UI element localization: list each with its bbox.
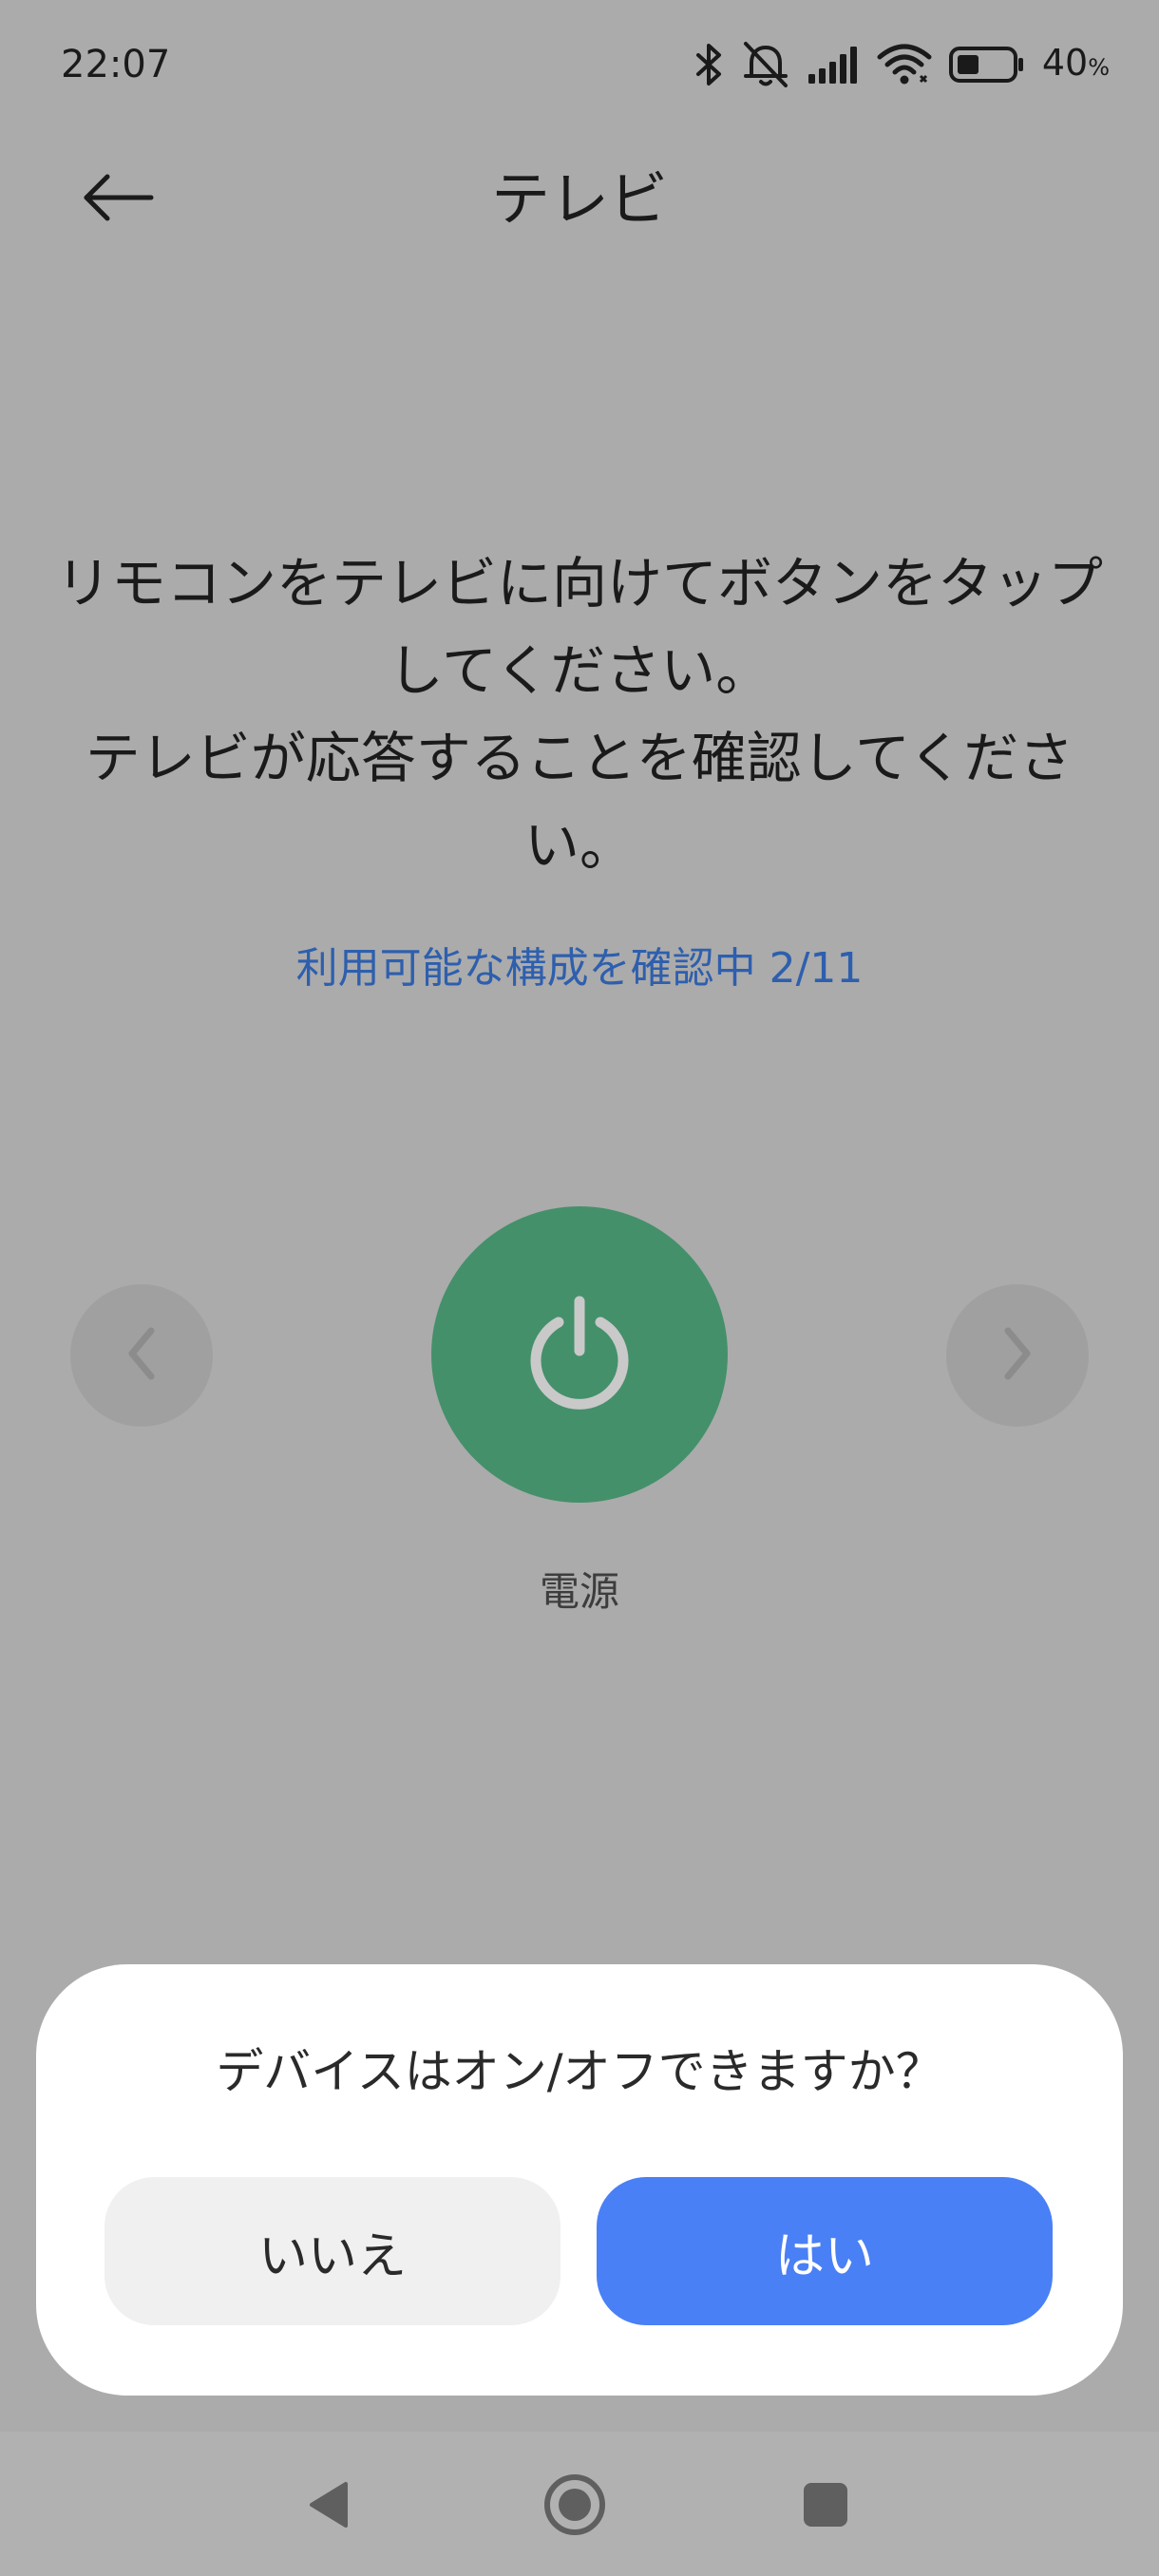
page-title: テレビ	[490, 164, 668, 234]
system-home-button[interactable]	[532, 2464, 618, 2549]
previous-button[interactable]	[70, 1284, 213, 1427]
chevron-left-icon	[123, 1325, 161, 1386]
status-bar: 22:07 40%	[0, 0, 1159, 129]
bluetooth-icon	[694, 42, 723, 87]
battery-percent-value: 40	[1041, 41, 1089, 84]
no-button[interactable]: いいえ	[104, 2177, 560, 2325]
system-navigation-bar	[0, 2432, 1159, 2576]
battery-icon	[948, 46, 1025, 84]
yes-button[interactable]: はい	[597, 2177, 1053, 2325]
progress-status: 利用可能な構成を確認中 2/11	[295, 944, 864, 993]
system-back-button[interactable]	[285, 2464, 370, 2549]
confirmation-dialog: デバイスはオン/オフできますか？ いいえ はい	[36, 1964, 1123, 2396]
cellular-signal-icon	[808, 46, 860, 84]
next-button[interactable]	[946, 1284, 1089, 1427]
dialog-question: デバイスはオン/オフできますか？	[216, 2044, 943, 2099]
power-test-button[interactable]	[431, 1206, 728, 1503]
recents-square-icon	[802, 2481, 849, 2532]
system-recents-button[interactable]	[783, 2464, 868, 2549]
silent-mode-icon	[740, 40, 791, 89]
chevron-right-icon	[998, 1325, 1036, 1386]
wifi-icon	[877, 44, 932, 85]
battery-percent-unit: %	[1088, 53, 1110, 81]
home-circle-icon	[542, 2472, 607, 2541]
back-triangle-icon	[304, 2478, 352, 2535]
status-icons: 40%	[694, 36, 1110, 93]
instruction-text: リモコンをテレビに向けてボタンをタップ してください。 テレビが応答することを確…	[55, 551, 1103, 878]
header: テレビ	[0, 142, 1159, 256]
status-time: 22:07	[61, 43, 171, 86]
screen: 22:07 40% テレビ リモコンをテレビに向けてボタンをタップ してください…	[0, 0, 1159, 2576]
power-button-label: 電源	[539, 1568, 619, 1615]
power-icon	[524, 1294, 635, 1415]
battery-percent: 40%	[1042, 34, 1110, 96]
